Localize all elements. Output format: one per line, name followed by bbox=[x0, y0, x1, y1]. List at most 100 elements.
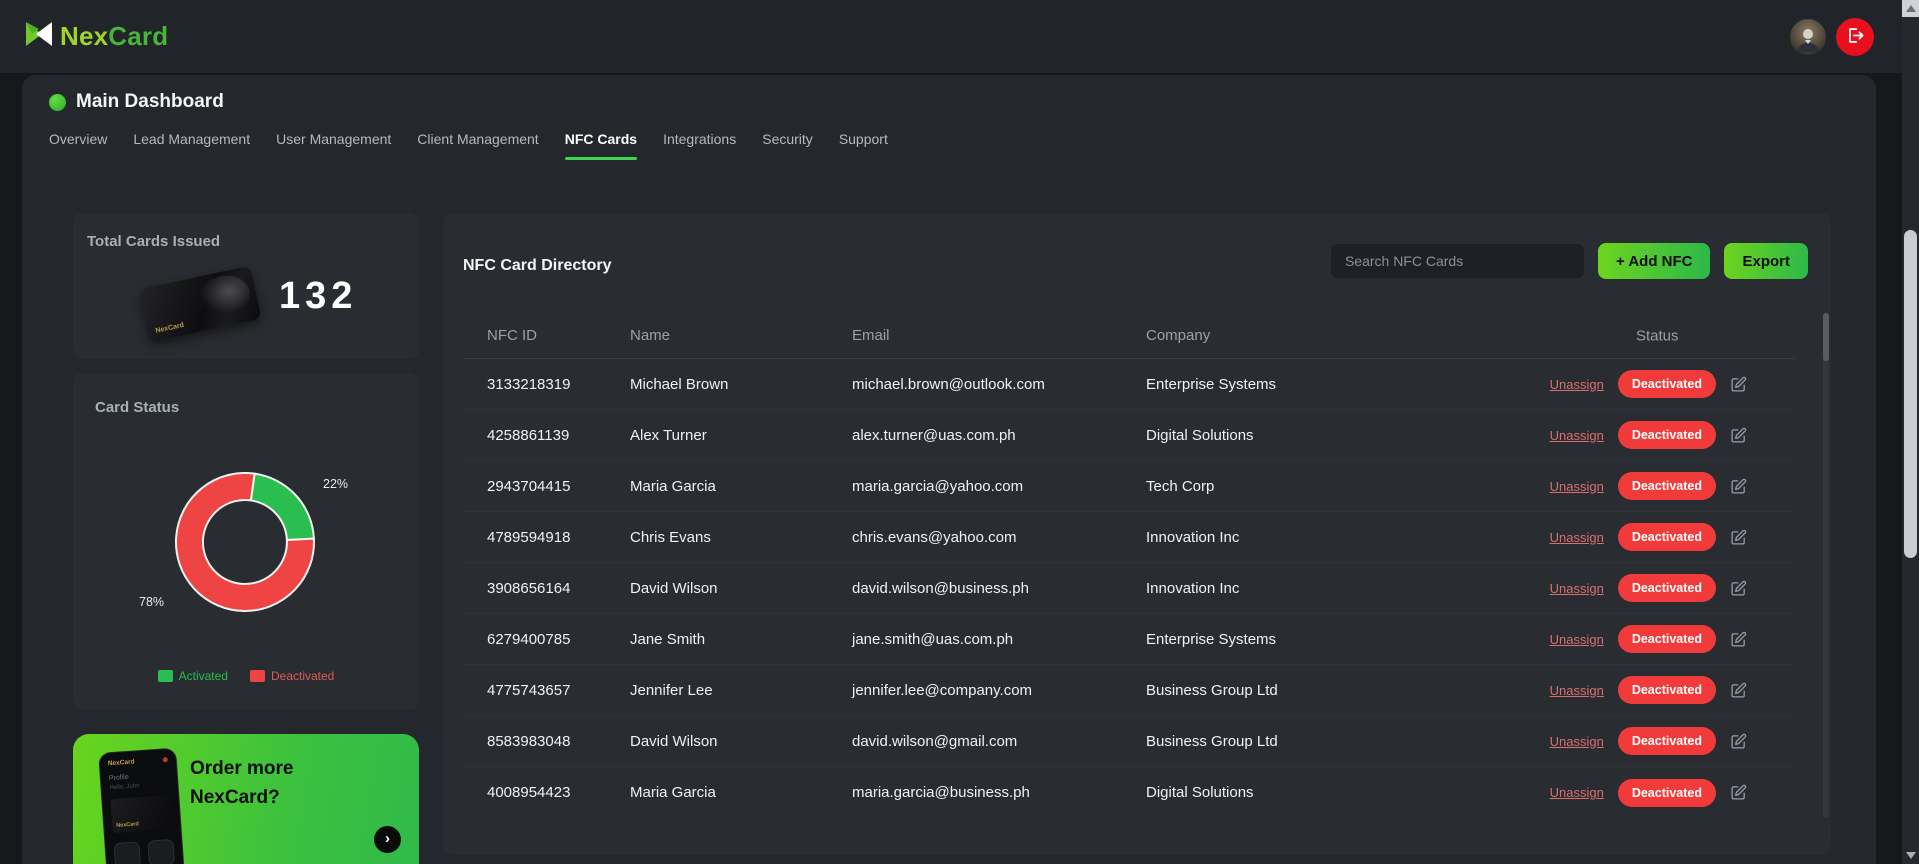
unassign-link[interactable]: Unassign bbox=[1550, 632, 1604, 647]
col-nfc-id: NFC ID bbox=[487, 327, 630, 344]
table-scrollbar-thumb[interactable] bbox=[1823, 313, 1829, 361]
cell-nfc-id: 2943704415 bbox=[487, 478, 630, 495]
edit-icon[interactable] bbox=[1730, 376, 1747, 393]
table-header: NFC ID Name Email Company Status bbox=[463, 313, 1795, 359]
card-status-title: Card Status bbox=[95, 399, 397, 416]
unassign-link[interactable]: Unassign bbox=[1550, 377, 1604, 392]
chevron-right-icon: › bbox=[385, 830, 390, 847]
user-avatar[interactable] bbox=[1790, 19, 1826, 55]
legend-item-deactivated: Deactivated bbox=[250, 669, 334, 683]
cell-nfc-id: 3908656164 bbox=[487, 580, 630, 597]
card-status-donut-chart bbox=[172, 469, 318, 615]
logout-icon bbox=[1846, 26, 1865, 48]
status-badge: Deactivated bbox=[1618, 625, 1716, 653]
cell-name: David Wilson bbox=[630, 733, 852, 750]
cell-name: David Wilson bbox=[630, 580, 852, 597]
edit-icon[interactable] bbox=[1730, 784, 1747, 801]
table-row: 6279400785Jane Smithjane.smith@uas.com.p… bbox=[463, 614, 1795, 665]
status-badge: Deactivated bbox=[1618, 779, 1716, 807]
edit-icon[interactable] bbox=[1730, 427, 1747, 444]
cell-email: jennifer.lee@company.com bbox=[852, 682, 1146, 699]
unassign-link[interactable]: Unassign bbox=[1550, 530, 1604, 545]
table-row: 4008954423Maria Garciamaria.garcia@busin… bbox=[463, 767, 1795, 818]
status-badge: Deactivated bbox=[1618, 523, 1716, 551]
legend-swatch-icon bbox=[250, 670, 265, 682]
col-email: Email bbox=[852, 327, 1146, 344]
total-cards-title: Total Cards Issued bbox=[87, 233, 405, 250]
tab-nfc-cards[interactable]: NFC Cards bbox=[565, 131, 637, 160]
status-badge: Deactivated bbox=[1618, 472, 1716, 500]
edit-icon[interactable] bbox=[1730, 631, 1747, 648]
cell-nfc-id: 4258861139 bbox=[487, 427, 630, 444]
unassign-link[interactable]: Unassign bbox=[1550, 581, 1604, 596]
cell-nfc-id: 8583983048 bbox=[487, 733, 630, 750]
tab-bar: Overview Lead Management User Management Cl… bbox=[49, 131, 888, 160]
logout-button[interactable] bbox=[1836, 18, 1874, 56]
scroll-down-arrow[interactable] bbox=[1902, 847, 1919, 864]
export-button[interactable]: Export bbox=[1724, 243, 1808, 279]
tab-overview[interactable]: Overview bbox=[49, 131, 107, 160]
tab-client-management[interactable]: Client Management bbox=[417, 131, 538, 160]
page-scrollbar[interactable] bbox=[1902, 0, 1919, 864]
brand-name: NexCard bbox=[60, 21, 168, 52]
status-badge: Deactivated bbox=[1618, 574, 1716, 602]
table-row: 4258861139Alex Turneralex.turner@uas.com… bbox=[463, 410, 1795, 461]
table-row: 3908656164David Wilsondavid.wilson@busin… bbox=[463, 563, 1795, 614]
add-nfc-button[interactable]: + Add NFC bbox=[1598, 243, 1711, 279]
tab-security[interactable]: Security bbox=[762, 131, 813, 160]
cell-email: david.wilson@business.ph bbox=[852, 580, 1146, 597]
tab-integrations[interactable]: Integrations bbox=[663, 131, 736, 160]
brand-pinwheel-icon bbox=[24, 20, 54, 53]
col-status: Status bbox=[1636, 327, 1679, 344]
cell-email: maria.garcia@yahoo.com bbox=[852, 478, 1146, 495]
tab-support[interactable]: Support bbox=[839, 131, 888, 160]
promo-chevron-button[interactable]: › bbox=[374, 826, 401, 853]
promo-text: Order more NexCard? bbox=[190, 754, 293, 812]
table-row: 4775743657Jennifer Leejennifer.lee@compa… bbox=[463, 665, 1795, 716]
col-company: Company bbox=[1146, 327, 1795, 344]
cell-email: michael.brown@outlook.com bbox=[852, 376, 1146, 393]
search-input[interactable] bbox=[1331, 244, 1584, 278]
table-scrollbar[interactable] bbox=[1823, 313, 1829, 818]
donut-label-deactivated: 78% bbox=[139, 595, 164, 609]
edit-icon[interactable] bbox=[1730, 478, 1747, 495]
phone-illustration: NexCard Profile Hello, John NexCard Expl… bbox=[98, 748, 190, 864]
order-more-promo-card[interactable]: NexCard Profile Hello, John NexCard Expl… bbox=[73, 734, 419, 864]
cell-nfc-id: 4789594918 bbox=[487, 529, 630, 546]
status-badge: Deactivated bbox=[1618, 676, 1716, 704]
main-panel: Main Dashboard OverviewLead ManagementUs… bbox=[22, 75, 1876, 864]
status-badge: Deactivated bbox=[1618, 727, 1716, 755]
card-status-card: Card Status 22% 78% ActivatedDeactivated bbox=[73, 373, 419, 710]
table-row: 8583983048David Wilsondavid.wilson@gmail… bbox=[463, 716, 1795, 767]
scroll-up-arrow[interactable] bbox=[1902, 0, 1919, 17]
nfc-card-directory: NFC Card Directory + Add NFC Export NFC … bbox=[443, 213, 1831, 855]
status-badge: Deactivated bbox=[1618, 421, 1716, 449]
app-logo: NexCard bbox=[24, 20, 168, 53]
unassign-link[interactable]: Unassign bbox=[1550, 683, 1604, 698]
table-row: 4789594918Chris Evanschris.evans@yahoo.c… bbox=[463, 512, 1795, 563]
page-scrollbar-thumb[interactable] bbox=[1904, 230, 1917, 558]
cell-name: Michael Brown bbox=[630, 376, 852, 393]
cell-nfc-id: 4775743657 bbox=[487, 682, 630, 699]
edit-icon[interactable] bbox=[1730, 580, 1747, 597]
phone-notification-dot bbox=[163, 757, 168, 762]
top-bar: NexCard bbox=[0, 0, 1902, 73]
cell-nfc-id: 3133218319 bbox=[487, 376, 630, 393]
unassign-link[interactable]: Unassign bbox=[1550, 428, 1604, 443]
unassign-link[interactable]: Unassign bbox=[1550, 785, 1604, 800]
cell-name: Chris Evans bbox=[630, 529, 852, 546]
cell-email: alex.turner@uas.com.ph bbox=[852, 427, 1146, 444]
tab-lead-management[interactable]: Lead Management bbox=[133, 131, 250, 160]
edit-icon[interactable] bbox=[1730, 529, 1747, 546]
unassign-link[interactable]: Unassign bbox=[1550, 734, 1604, 749]
table-row: 2943704415Maria Garciamaria.garcia@yahoo… bbox=[463, 461, 1795, 512]
status-badge: Deactivated bbox=[1618, 370, 1716, 398]
cell-name: Jennifer Lee bbox=[630, 682, 852, 699]
edit-icon[interactable] bbox=[1730, 682, 1747, 699]
chart-legend: ActivatedDeactivated bbox=[73, 669, 419, 683]
edit-icon[interactable] bbox=[1730, 733, 1747, 750]
tab-user-management[interactable]: User Management bbox=[276, 131, 391, 160]
col-name: Name bbox=[630, 327, 852, 344]
status-dot-icon bbox=[49, 94, 66, 111]
unassign-link[interactable]: Unassign bbox=[1550, 479, 1604, 494]
